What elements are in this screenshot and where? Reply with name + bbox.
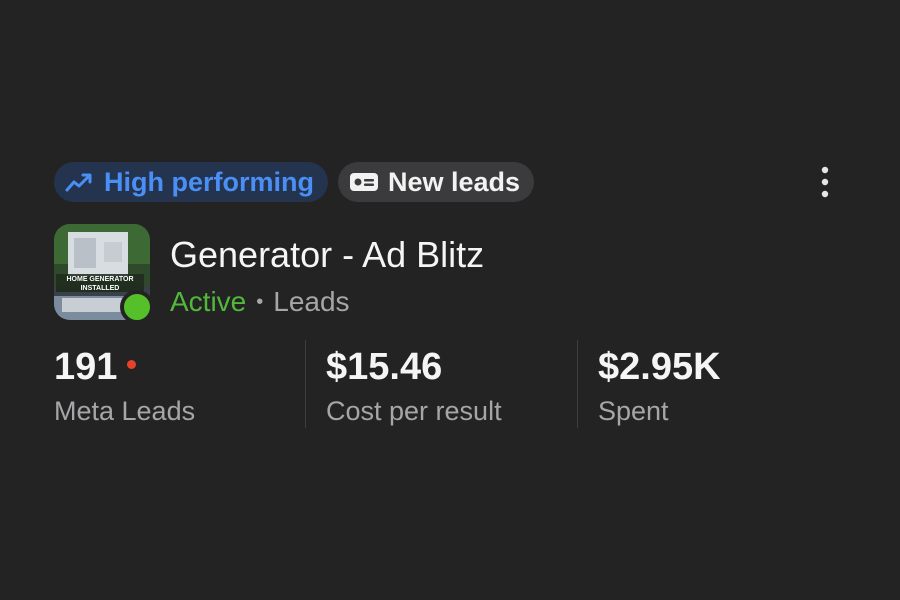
- metric-divider: [577, 340, 578, 428]
- thumbnail-text-line2: INSTALLED: [81, 285, 120, 292]
- metric-cost-per-result[interactable]: $15.46 Cost per result: [326, 344, 502, 427]
- thumbnail-text-line1: HOME GENERATOR: [66, 276, 133, 283]
- metric-label: Meta Leads: [54, 396, 196, 426]
- badges-row: High performing New leads: [54, 162, 535, 202]
- ad-thumbnail-wrap[interactable]: HOME GENERATOR INSTALLED: [54, 224, 154, 324]
- ad-objective-label: Leads: [273, 286, 350, 317]
- new-leads-label: New leads: [388, 166, 521, 197]
- high-performing-label: High performing: [104, 166, 314, 197]
- ad-subtitle: Active • Leads: [170, 286, 350, 318]
- more-options-button[interactable]: [810, 162, 840, 202]
- ad-status-label: Active: [170, 286, 247, 317]
- ad-title[interactable]: Generator - Ad Blitz: [170, 234, 484, 276]
- metric-spent[interactable]: $2.95K Spent: [598, 344, 721, 427]
- metric-value: $2.95K: [598, 345, 721, 388]
- metric-value: $15.46: [326, 345, 443, 388]
- alert-dot: [127, 359, 137, 369]
- metric-meta-leads[interactable]: 191 Meta Leads: [54, 344, 195, 427]
- more-vertical-icon: [821, 166, 829, 198]
- metric-value: 191: [54, 345, 118, 388]
- metric-label: Cost per result: [326, 396, 502, 426]
- metric-label: Spent: [598, 396, 669, 426]
- high-performing-badge: High performing: [54, 162, 328, 202]
- separator-dot: •: [256, 290, 264, 313]
- ad-card[interactable]: High performing New leads HOME GENERATOR…: [0, 0, 900, 600]
- new-leads-badge: New leads: [338, 162, 535, 202]
- metric-divider: [305, 340, 306, 428]
- active-status-dot: [120, 290, 154, 324]
- lead-card-icon: [348, 169, 380, 195]
- trending-up-icon: [64, 169, 96, 195]
